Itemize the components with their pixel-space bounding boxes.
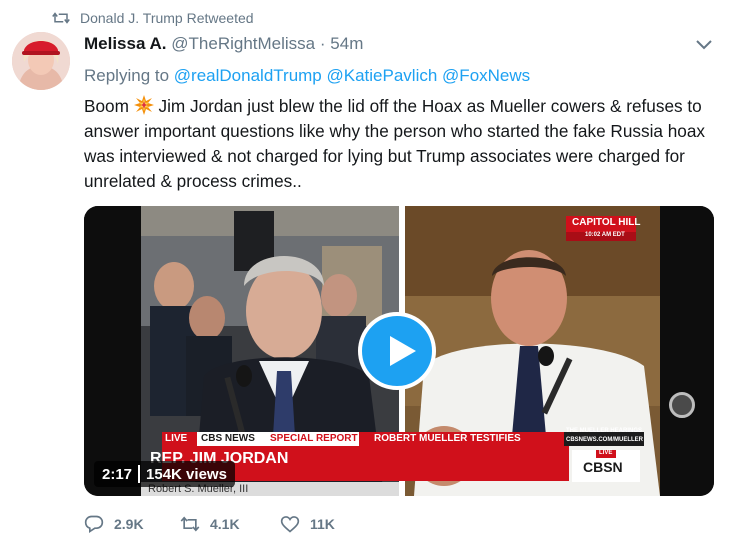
collision-emoji-icon (133, 95, 154, 115)
retweet-icon (180, 516, 200, 532)
like-button[interactable]: 11K (280, 514, 335, 534)
cbsn-logo: CBSN (583, 459, 623, 475)
tweet-text-start: Boom (84, 96, 129, 116)
mention-link[interactable]: @realDonaldTrump (174, 66, 322, 85)
live-badge: LIVE (165, 433, 188, 444)
video-views: 154K views (146, 465, 227, 483)
tweet-text-body: Jim Jordan just blew the lid off the Hoa… (84, 96, 705, 191)
mention-link[interactable]: @FoxNews (442, 66, 530, 85)
avatar[interactable] (12, 32, 70, 90)
chevron-down-icon[interactable] (694, 38, 714, 52)
play-icon (390, 336, 416, 366)
overlay-divider (138, 465, 141, 483)
special-report-label: SPECIAL REPORT (270, 433, 358, 444)
retweet-notice: Donald J. Trump Retweeted (52, 10, 254, 26)
retweet-notice-text[interactable]: Donald J. Trump Retweeted (80, 10, 254, 26)
video-duration: 2:17 (102, 465, 133, 483)
network-label: CBS NEWS (201, 433, 255, 444)
reply-icon (84, 515, 104, 534)
hearing-title: THE MUELLER HEARINGS (566, 428, 643, 434)
replying-to-label: Replying to (84, 66, 170, 85)
tweet-header: Melissa A. @TheRightMelissa · 54m (84, 34, 363, 54)
separator-dot: · (319, 34, 326, 53)
retweet-count: 4.1K (210, 516, 240, 532)
reply-count: 2.9K (114, 516, 144, 532)
hearing-url: CBSNEWS.COM/MUELLER (566, 437, 643, 443)
action-bar: 2.9K 4.1K 11K (84, 514, 335, 534)
tweet-text: Boom Jim Jordan just blew the lid off th… (84, 94, 724, 194)
headline-label: ROBERT MUELLER TESTIFIES (374, 433, 521, 444)
avatar-image (12, 32, 70, 90)
reply-button[interactable]: 2.9K (84, 514, 180, 534)
author-handle[interactable]: @TheRightMelissa (171, 34, 315, 53)
time-tag: 10:02 AM EDT (585, 232, 625, 238)
video-player[interactable]: CAPITOL HILL 10:02 AM EDT LIVE CBS NEWS … (84, 206, 714, 496)
corner-live-label: LIVE (599, 450, 613, 456)
mention-link[interactable]: @KatiePavlich (327, 66, 438, 85)
heart-icon (280, 516, 300, 533)
retweet-button[interactable]: 4.1K (180, 514, 280, 534)
replying-to: Replying to @realDonaldTrump @KatiePavli… (84, 66, 530, 86)
location-tag: CAPITOL HILL (572, 217, 641, 228)
play-button[interactable] (358, 312, 436, 390)
video-stats-overlay: 2:17 154K views (94, 461, 235, 487)
scrub-handle[interactable] (669, 392, 695, 418)
tweet-timestamp[interactable]: 54m (330, 34, 363, 53)
retweet-icon (52, 12, 70, 24)
author-name[interactable]: Melissa A. (84, 34, 167, 53)
like-count: 11K (310, 516, 335, 532)
